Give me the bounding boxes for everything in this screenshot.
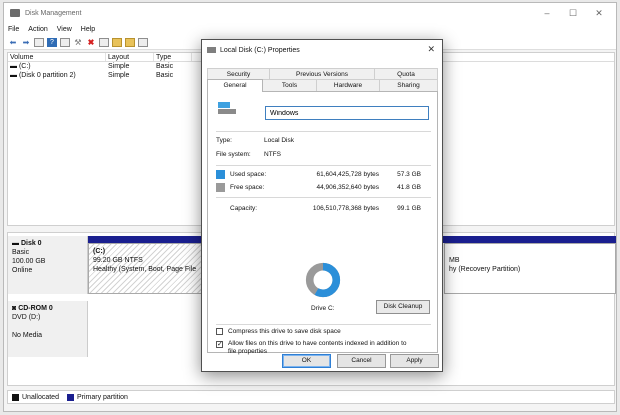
window-title: Disk Management: [25, 9, 82, 17]
menu-bar: File Action View Help: [4, 23, 616, 36]
column-layout[interactable]: Layout: [106, 53, 154, 61]
back-arrow-icon[interactable]: ⬅: [8, 38, 18, 47]
console-tree-icon[interactable]: [34, 38, 44, 47]
drive-small-icon: [207, 47, 216, 53]
layout-cell: Simple: [108, 72, 130, 79]
capacity-label: Capacity:: [230, 205, 258, 212]
volume-cell: ▬ (C:): [10, 63, 31, 70]
separator: [216, 165, 431, 166]
file-system-label: File system:: [216, 151, 251, 158]
unallocated-swatch: [12, 393, 19, 401]
used-space-swatch: [216, 170, 225, 179]
compress-label: Compress this drive to save disk space: [228, 328, 341, 335]
disk-0-label[interactable]: ▬ Disk 0 Basic 100.00 GB Online: [8, 236, 88, 294]
capacity-bytes: 106,510,778,368 bytes: [312, 205, 379, 212]
cdrom-0-label[interactable]: ◙ CD-ROM 0 DVD (D:) No Media: [8, 301, 88, 357]
disk-icon: ▬: [12, 240, 21, 247]
separator: [216, 197, 431, 198]
general-tab-panel: Type: Local Disk File system: NTFS Used …: [207, 91, 438, 355]
ok-button[interactable]: OK: [282, 354, 331, 368]
search-folder-icon[interactable]: [125, 38, 135, 47]
volume-icon: ▬: [10, 72, 19, 79]
separator: [216, 324, 431, 325]
properties-icon[interactable]: [60, 38, 70, 47]
free-space-bytes: 44,906,352,640 bytes: [316, 184, 379, 191]
menu-file[interactable]: File: [8, 26, 19, 33]
window-controls: – ☐ ✕: [534, 6, 612, 20]
disk-usage-donut: [305, 262, 341, 298]
index-label-line1: Allow files on this drive to have conten…: [228, 340, 407, 347]
capacity-gb: 99.1 GB: [397, 205, 421, 212]
legend-bar: Unallocated Primary partition: [7, 390, 615, 404]
help-icon[interactable]: ?: [47, 38, 57, 47]
drive-label: Drive C:: [311, 305, 335, 312]
partition-recovery[interactable]: MB hy (Recovery Partition): [444, 243, 616, 294]
menu-help[interactable]: Help: [81, 26, 95, 33]
title-bar: Disk Management – ☐ ✕: [4, 3, 616, 23]
volume-name-input[interactable]: [265, 106, 429, 120]
tab-general[interactable]: General: [207, 79, 263, 92]
menu-action[interactable]: Action: [28, 26, 47, 33]
layout-cell: Simple: [108, 63, 130, 70]
legend-primary-partition: Primary partition: [76, 393, 128, 401]
dialog-title: Local Disk (C:) Properties: [220, 46, 300, 54]
file-system-value: NTFS: [264, 151, 281, 158]
type-label: Type:: [216, 137, 232, 144]
tab-tools[interactable]: Tools: [262, 79, 317, 91]
menu-view[interactable]: View: [57, 26, 72, 33]
free-space-label: Free space:: [230, 184, 265, 191]
separator: [216, 131, 431, 132]
view-icon[interactable]: [138, 38, 148, 47]
volume-icon: ▬: [10, 63, 19, 70]
apply-button[interactable]: Apply: [390, 354, 439, 368]
column-volume[interactable]: Volume: [8, 53, 106, 61]
partition-c[interactable]: (C:) 99.20 GB NTFS Healthy (System, Boot…: [88, 243, 208, 294]
volume-cell: ▬ (Disk 0 partition 2): [10, 72, 76, 79]
drive-icon: [218, 102, 236, 114]
used-space-label: Used space:: [230, 171, 267, 178]
tab-sharing[interactable]: Sharing: [379, 79, 438, 91]
index-label-line2: file properties: [228, 348, 268, 355]
index-checkbox[interactable]: ✓: [216, 341, 223, 348]
used-space-gb: 57.3 GB: [397, 171, 421, 178]
dialog-close-button[interactable]: ✕: [427, 44, 435, 55]
dialog-title-bar: Local Disk (C:) Properties: [202, 40, 442, 60]
primary-partition-swatch: [66, 393, 74, 401]
minimize-button[interactable]: –: [534, 6, 560, 20]
tab-hardware[interactable]: Hardware: [316, 79, 380, 91]
type-cell: Basic: [156, 63, 174, 70]
type-cell: Basic: [156, 72, 174, 79]
legend-unallocated: Unallocated: [22, 393, 59, 401]
disk-cleanup-button[interactable]: Disk Cleanup: [376, 300, 430, 314]
column-type[interactable]: Type: [154, 53, 192, 61]
cancel-button[interactable]: Cancel: [337, 354, 386, 368]
type-value: Local Disk: [264, 137, 294, 144]
close-button[interactable]: ✕: [586, 6, 612, 20]
free-space-swatch: [216, 183, 225, 192]
folder-icon[interactable]: [112, 38, 122, 47]
disk-management-icon: [10, 9, 20, 17]
used-space-bytes: 61,604,425,728 bytes: [316, 171, 379, 178]
checklist-icon[interactable]: [99, 38, 109, 47]
tab-strip: Security Previous Versions Quota General…: [207, 68, 438, 92]
delete-icon[interactable]: ✖: [86, 38, 96, 47]
free-space-gb: 41.8 GB: [397, 184, 421, 191]
compress-checkbox[interactable]: [216, 328, 223, 335]
properties-dialog: Local Disk (C:) Properties ✕ Security Pr…: [201, 39, 443, 372]
forward-arrow-icon[interactable]: ➡: [21, 38, 31, 47]
connect-icon[interactable]: ⚒: [73, 38, 83, 47]
maximize-button[interactable]: ☐: [560, 6, 586, 20]
